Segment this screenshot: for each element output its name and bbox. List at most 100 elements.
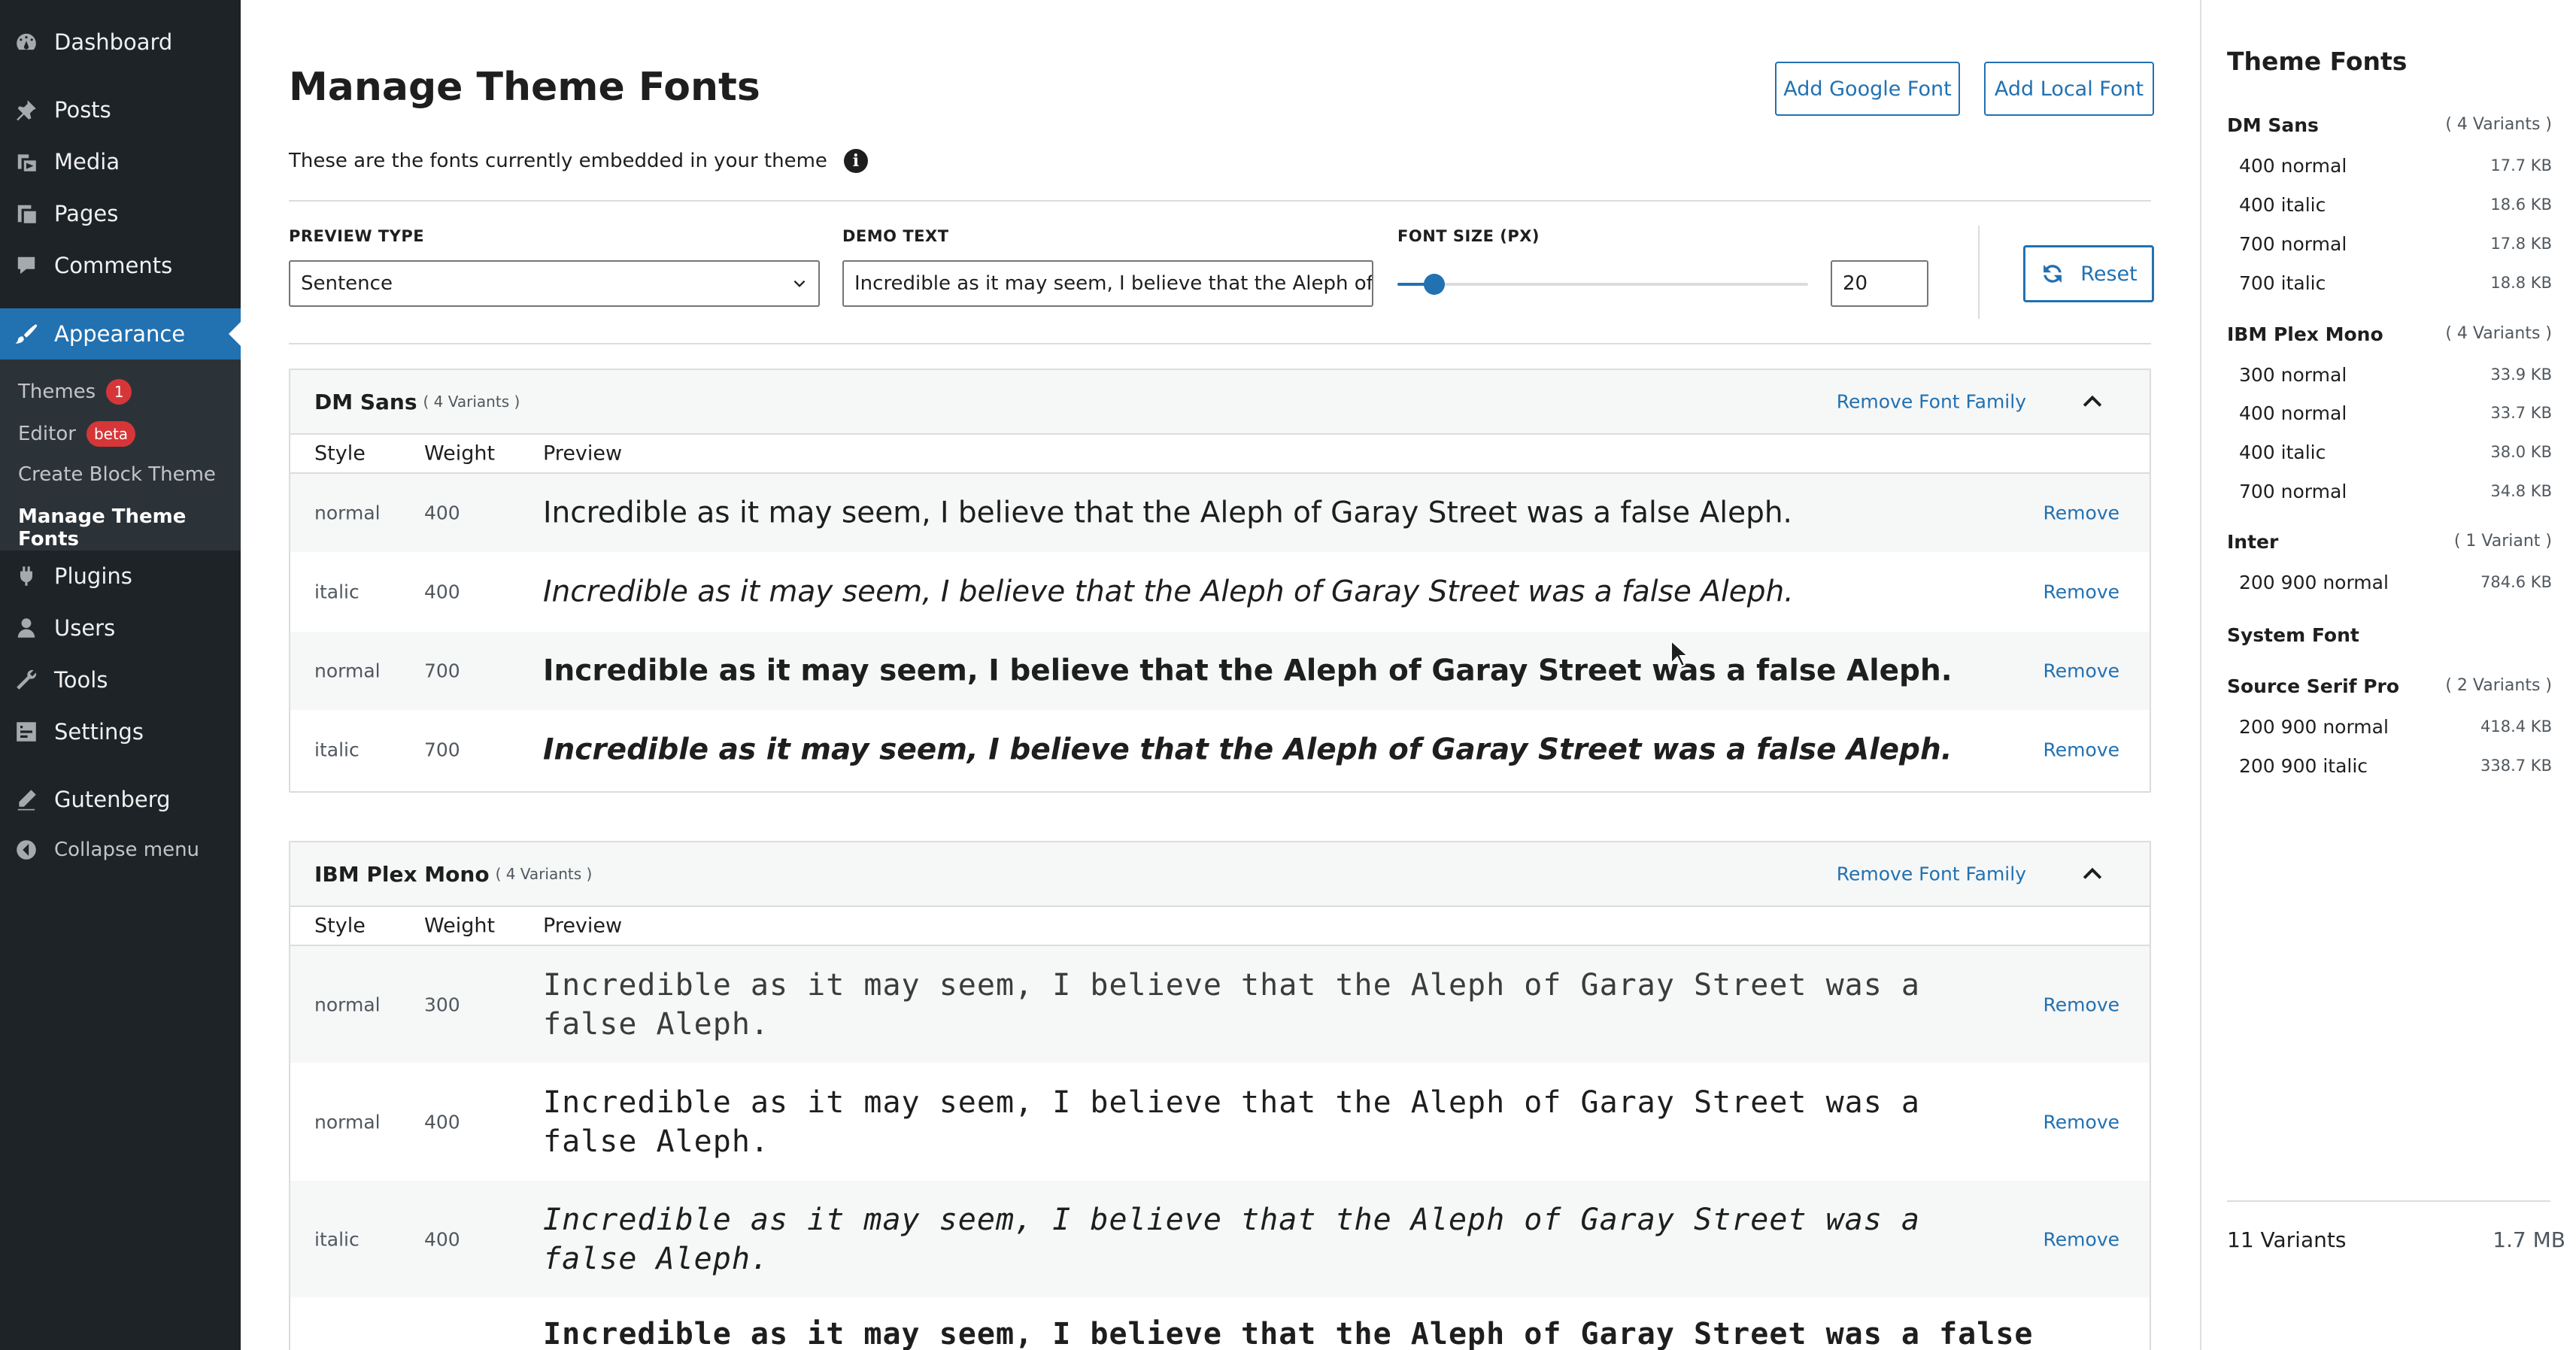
variant-style: normal <box>314 1111 381 1133</box>
menu-label: Media <box>54 149 120 174</box>
brush-icon <box>14 321 39 347</box>
menu-item-tools[interactable]: Tools <box>0 654 241 705</box>
submenu-item-manage-theme-fonts[interactable]: Manage Theme Fonts <box>18 505 241 551</box>
font-size-slider[interactable] <box>1397 274 1808 295</box>
sidebar-variant: 400 italic <box>2239 441 2326 463</box>
reset-button[interactable]: Reset <box>2023 245 2154 302</box>
collapse-icon <box>14 837 39 863</box>
sidebar-variant: 700 normal <box>2239 233 2347 255</box>
remove-variant-button[interactable]: Remove <box>2044 1228 2119 1250</box>
variant-style: italic <box>314 1228 360 1250</box>
menu-label: Comments <box>54 253 173 278</box>
chevron-down-icon <box>793 280 806 287</box>
submenu-label: Create Block Theme <box>18 463 216 486</box>
font-family-name: DM Sans <box>314 389 417 414</box>
variant-style: normal <box>314 502 381 524</box>
divider <box>1978 226 1980 319</box>
menu-label: Gutenberg <box>54 787 171 812</box>
plugin-icon <box>14 563 39 589</box>
menu-label: Pages <box>54 201 119 226</box>
slider-thumb[interactable] <box>1424 274 1446 295</box>
menu-item-gutenberg[interactable]: Gutenberg <box>0 774 241 825</box>
variant-weight: 700 <box>424 739 460 761</box>
font-size-input[interactable]: 20 <box>1831 260 1928 307</box>
remove-variant-button[interactable]: Remove <box>2044 502 2119 524</box>
sidebar-family-name: Inter <box>2227 531 2279 553</box>
sidebar-title: Theme Fonts <box>2227 47 2408 76</box>
font-preview: Incredible as it may seem, I believe tha… <box>543 967 1920 1042</box>
preview-type-select[interactable]: Sentence <box>289 260 820 307</box>
divider <box>2227 1200 2550 1202</box>
font-preview: Incredible as it may seem, I believe tha… <box>543 496 1792 530</box>
submenu-item-create-block-theme[interactable]: Create Block Theme <box>18 463 216 486</box>
table-row: normal 400 Incredible as it may seem, I … <box>290 474 2150 553</box>
demo-text-input[interactable]: Incredible as it may seem, I believe tha… <box>842 260 1373 307</box>
reset-icon <box>2044 265 2062 283</box>
pencil-icon <box>14 787 39 812</box>
sidebar-variant: 200 900 normal <box>2239 716 2389 738</box>
font-preview: Incredible as it may seem, I believe tha… <box>543 1202 1920 1276</box>
remove-variant-button[interactable]: Remove <box>2044 739 2119 761</box>
menu-item-settings[interactable]: Settings <box>0 706 241 757</box>
submenu-label: Manage Theme Fonts <box>18 505 187 551</box>
chevron-up-icon[interactable] <box>2079 388 2106 415</box>
collapse-menu-button[interactable]: Collapse menu <box>0 824 241 875</box>
table-row: italic 400 Incredible as it may seem, I … <box>290 1181 2150 1298</box>
pages-icon <box>14 201 39 226</box>
table-row: normal 400 Incredible as it may seem, I … <box>290 1063 2150 1181</box>
appearance-submenu: Themes 1 Editor beta Create Block Theme … <box>0 359 241 551</box>
font-preview: Incredible as it may seem, I believe tha… <box>543 1317 2034 1350</box>
menu-label: Posts <box>54 97 111 123</box>
submenu-item-editor[interactable]: Editor beta <box>18 421 136 447</box>
menu-item-media[interactable]: Media <box>0 136 241 187</box>
table-row: italic 400 Incredible as it may seem, I … <box>290 553 2150 632</box>
remove-variant-button[interactable]: Remove <box>2044 660 2119 682</box>
sidebar-variant-size: 18.6 KB <box>2490 196 2552 214</box>
description-text: These are the fonts currently embedded i… <box>289 150 827 172</box>
column-header-weight: Weight <box>424 441 496 466</box>
menu-item-posts[interactable]: Posts <box>0 84 241 135</box>
table-row: normal 700 Incredible as it may seem, I … <box>290 632 2150 711</box>
column-header-weight: Weight <box>424 914 496 938</box>
sidebar-family-count: ( 4 Variants ) <box>2445 324 2552 343</box>
remove-font-family-button[interactable]: Remove Font Family <box>1837 391 2026 413</box>
table-row: Incredible as it may seem, I believe tha… <box>290 1298 2150 1350</box>
submenu-item-themes[interactable]: Themes 1 <box>18 379 132 405</box>
demo-text-label: DEMO TEXT <box>842 227 949 245</box>
sidebar-variant-size: 34.8 KB <box>2490 482 2552 500</box>
variant-style: italic <box>314 739 360 761</box>
sidebar-family-count: ( 4 Variants ) <box>2445 115 2552 134</box>
remove-variant-button[interactable]: Remove <box>2044 1111 2119 1133</box>
sidebar-family-name: DM Sans <box>2227 114 2319 136</box>
sidebar-variant-size: 17.7 KB <box>2490 156 2552 174</box>
menu-item-dashboard[interactable]: Dashboard <box>0 17 241 68</box>
divider <box>289 200 2151 202</box>
variant-weight: 400 <box>424 1228 460 1250</box>
sidebar-family-name: IBM Plex Mono <box>2227 323 2383 345</box>
remove-variant-button[interactable]: Remove <box>2044 994 2119 1015</box>
variant-weight: 300 <box>424 994 460 1015</box>
menu-item-pages[interactable]: Pages <box>0 188 241 239</box>
menu-label: Tools <box>54 667 108 693</box>
remove-font-family-button[interactable]: Remove Font Family <box>1837 863 2026 885</box>
menu-item-appearance[interactable]: Appearance <box>0 308 241 359</box>
sidebar-family-name: System Font <box>2227 624 2359 646</box>
font-family-header[interactable]: IBM Plex Mono ( 4 Variants ) Remove Font… <box>290 842 2150 907</box>
variant-weight: 700 <box>424 660 460 682</box>
variant-count: ( 4 Variants ) <box>495 865 593 883</box>
info-icon[interactable]: i <box>843 149 868 173</box>
chevron-up-icon[interactable] <box>2079 860 2106 887</box>
font-size-label: FONT SIZE (PX) <box>1397 227 1540 245</box>
add-local-font-button[interactable]: Add Local Font <box>1984 62 2154 116</box>
font-family-header[interactable]: DM Sans ( 4 Variants ) Remove Font Famil… <box>290 370 2150 435</box>
add-google-font-button[interactable]: Add Google Font <box>1775 62 1960 116</box>
sidebar-variant: 400 normal <box>2239 402 2347 424</box>
column-header-style: Style <box>314 441 366 466</box>
sidebar-variant: 700 normal <box>2239 481 2347 502</box>
comments-icon <box>14 253 39 278</box>
menu-item-plugins[interactable]: Plugins <box>0 551 241 602</box>
menu-item-users[interactable]: Users <box>0 602 241 654</box>
font-family-ibm-plex-mono: IBM Plex Mono ( 4 Variants ) Remove Font… <box>289 841 2151 1350</box>
remove-variant-button[interactable]: Remove <box>2044 581 2119 603</box>
menu-item-comments[interactable]: Comments <box>0 240 241 291</box>
